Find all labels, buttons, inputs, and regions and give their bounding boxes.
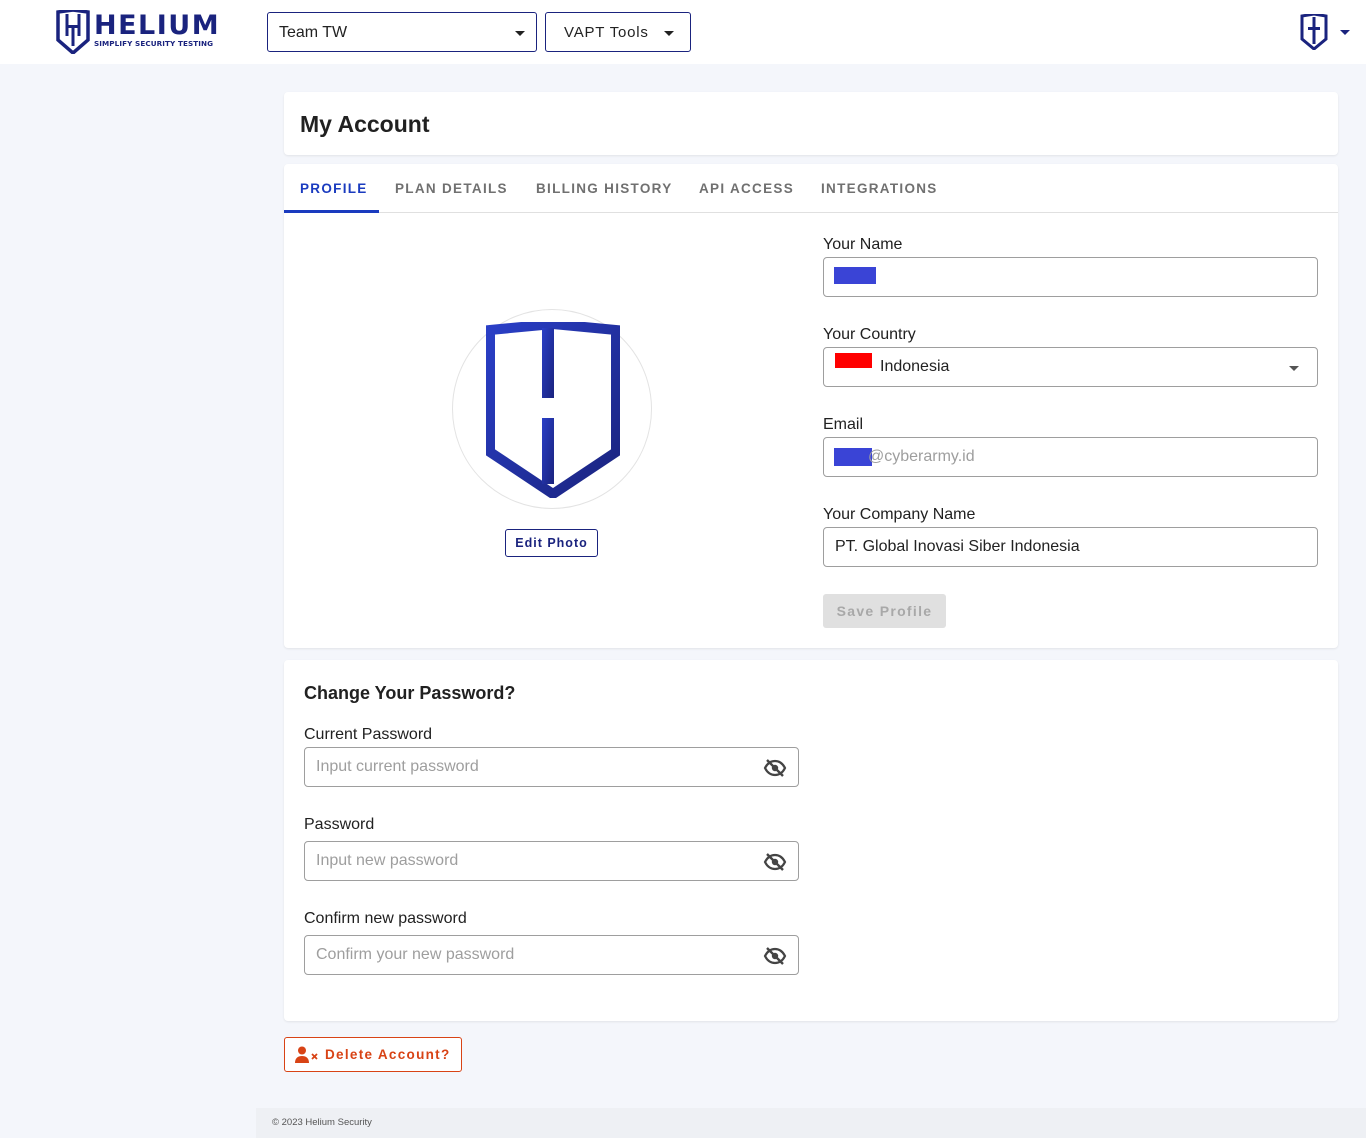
delete-account-label: Delete Account?: [325, 1047, 451, 1062]
account-tabs: PROFILE PLAN DETAILS BILLING HISTORY API…: [284, 164, 1338, 213]
profile-photo: [452, 309, 652, 509]
tab-billing-history[interactable]: BILLING HISTORY: [536, 181, 673, 196]
name-label: Your Name: [823, 236, 903, 253]
new-password-label: Password: [304, 816, 375, 833]
caret-down-icon: [1289, 366, 1299, 371]
user-avatar-menu[interactable]: [1296, 12, 1352, 52]
name-field[interactable]: [823, 257, 1318, 297]
vapt-tools-menu-button[interactable]: VAPT Tools: [545, 12, 691, 52]
helium-shield-logo-icon: [486, 322, 620, 498]
country-value: Indonesia: [880, 358, 950, 375]
tab-profile[interactable]: PROFILE: [300, 181, 368, 196]
change-password-heading: Change Your Password?: [304, 683, 516, 703]
active-tab-indicator: [284, 210, 379, 213]
caret-down-icon: [1340, 30, 1350, 35]
helium-shield-logo-icon: [56, 10, 90, 54]
page-title-card: My Account: [284, 92, 1338, 155]
company-label: Your Company Name: [823, 506, 976, 523]
country-label: Your Country: [823, 326, 916, 343]
profile-card: PROFILE PLAN DETAILS BILLING HISTORY API…: [284, 164, 1338, 648]
tab-api-access[interactable]: API ACCESS: [699, 181, 794, 196]
caret-down-icon: [664, 31, 674, 36]
country-select[interactable]: Indonesia: [823, 347, 1318, 387]
redacted-email-user: [834, 448, 872, 466]
top-bar: HELIUM SIMPLIFY SECURITY TESTING Team TW…: [0, 0, 1366, 64]
current-password-label: Current Password: [304, 726, 433, 743]
confirm-password-input[interactable]: Confirm your new password: [304, 935, 799, 975]
tab-plan-details[interactable]: PLAN DETAILS: [395, 181, 508, 196]
user-remove-icon: [295, 1046, 318, 1063]
footer-copyright: © 2023 Helium Security: [272, 1117, 372, 1128]
current-password-placeholder: Input current password: [316, 758, 479, 775]
current-password-input[interactable]: Input current password: [304, 747, 799, 787]
vapt-tools-label: VAPT Tools: [564, 24, 649, 41]
page-title: My Account: [300, 111, 430, 137]
logo-tagline: SIMPLIFY SECURITY TESTING: [94, 39, 214, 48]
team-select[interactable]: Team TW: [267, 12, 537, 52]
helium-logo[interactable]: HELIUM SIMPLIFY SECURITY TESTING: [56, 10, 226, 54]
new-password-input[interactable]: Input new password: [304, 841, 799, 881]
edit-photo-button[interactable]: Edit Photo: [505, 529, 598, 557]
indonesia-flag-icon: [835, 353, 872, 368]
tab-integrations[interactable]: INTEGRATIONS: [821, 181, 938, 196]
new-password-placeholder: Input new password: [316, 852, 459, 869]
eye-off-icon[interactable]: [763, 756, 787, 780]
caret-down-icon: [515, 31, 525, 36]
delete-account-button[interactable]: Delete Account?: [284, 1037, 462, 1072]
company-value: PT. Global Inovasi Siber Indonesia: [835, 538, 1080, 555]
save-profile-button[interactable]: Save Profile: [823, 594, 946, 628]
team-select-value: Team TW: [279, 24, 348, 41]
helium-shield-avatar-icon: [1300, 14, 1328, 50]
eye-off-icon[interactable]: [763, 850, 787, 874]
change-password-card: Change Your Password? Current Password I…: [284, 660, 1338, 1021]
footer: © 2023 Helium Security: [256, 1108, 1366, 1138]
email-label: Email: [823, 416, 864, 433]
eye-off-icon[interactable]: [763, 944, 787, 968]
company-field[interactable]: PT. Global Inovasi Siber Indonesia: [823, 527, 1318, 567]
redacted-name: [834, 267, 876, 284]
confirm-password-label: Confirm new password: [304, 910, 467, 927]
email-field[interactable]: @cyberarmy.id: [823, 437, 1318, 477]
confirm-password-placeholder: Confirm your new password: [316, 946, 515, 963]
logo-wordmark: HELIUM: [94, 10, 221, 41]
email-domain: @cyberarmy.id: [868, 448, 975, 465]
